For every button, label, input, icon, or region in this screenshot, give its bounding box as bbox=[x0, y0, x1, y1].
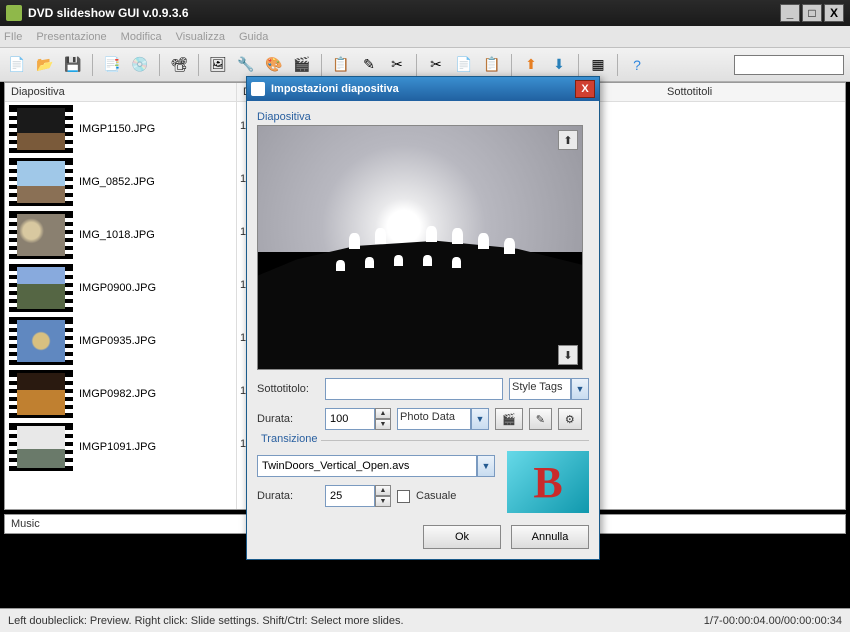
minimize-button[interactable]: _ bbox=[780, 4, 800, 22]
list-item[interactable]: IMGP1150.JPG bbox=[5, 102, 236, 155]
arrow-down-icon[interactable]: ⬇ bbox=[548, 54, 570, 76]
add-slide-icon[interactable]: 🖼 bbox=[207, 54, 229, 76]
app-title: DVD slideshow GUI v.0.9.3.6 bbox=[28, 6, 778, 20]
photo-data-dropdown-icon[interactable]: ▼ bbox=[471, 408, 489, 430]
menu-visualizza[interactable]: Visualizza bbox=[176, 31, 225, 43]
copy2-icon[interactable]: 📄 bbox=[453, 54, 475, 76]
projector-icon[interactable]: 📽 bbox=[168, 54, 190, 76]
list-item[interactable]: IMGP0935.JPG bbox=[5, 314, 236, 367]
duration-input[interactable] bbox=[325, 408, 375, 430]
style-tags-dropdown-icon[interactable]: ▼ bbox=[571, 378, 589, 400]
menu-presentazione[interactable]: Presentazione bbox=[36, 31, 106, 43]
transition-dropdown-icon[interactable]: ▼ bbox=[477, 455, 495, 477]
transition-select[interactable] bbox=[257, 455, 477, 477]
tool-b-icon[interactable]: 🎨 bbox=[263, 54, 285, 76]
new-icon[interactable]: 📄 bbox=[6, 54, 28, 76]
help-icon[interactable]: ? bbox=[626, 54, 648, 76]
dialog-close-button[interactable]: X bbox=[575, 80, 595, 98]
nav-down-button[interactable]: ⬇ bbox=[558, 345, 578, 365]
ok-button[interactable]: Ok bbox=[423, 525, 501, 549]
style-tags-select[interactable]: Style Tags bbox=[509, 378, 571, 400]
app-icon bbox=[6, 5, 22, 21]
column-slides: Diapositiva IMGP1150.JPG IMG_0852.JPG IM… bbox=[5, 83, 237, 509]
random-label: Casuale bbox=[416, 490, 456, 502]
slide-name: IMGP0935.JPG bbox=[79, 335, 156, 347]
dialog-title: Impostazioni diapositiva bbox=[271, 83, 575, 95]
group-slide-label: Diapositiva bbox=[257, 111, 589, 123]
menu-guida[interactable]: Guida bbox=[239, 31, 268, 43]
copy-icon[interactable]: 📋 bbox=[330, 54, 352, 76]
list-item[interactable]: IMGP0982.JPG bbox=[5, 367, 236, 420]
pencil-button[interactable]: ✎ bbox=[529, 408, 552, 430]
trans-duration-input[interactable] bbox=[325, 485, 375, 507]
dialog-titlebar[interactable]: Impostazioni diapositiva X bbox=[247, 77, 599, 101]
disc-icon[interactable]: 💿 bbox=[129, 54, 151, 76]
search-input[interactable] bbox=[734, 55, 844, 75]
arrow-up-icon[interactable]: ⬆ bbox=[520, 54, 542, 76]
grid-icon[interactable]: ▦ bbox=[587, 54, 609, 76]
status-left: Left doubleclick: Preview. Right click: … bbox=[8, 615, 404, 627]
list-item[interactable]: IMGP1091.JPG bbox=[5, 420, 236, 473]
save-icon[interactable]: 💾 bbox=[62, 54, 84, 76]
tool-a-icon[interactable]: 🔧 bbox=[235, 54, 257, 76]
list-item[interactable]: IMG_0852.JPG bbox=[5, 155, 236, 208]
maximize-button[interactable]: □ bbox=[802, 4, 822, 22]
nav-up-button[interactable]: ⬆ bbox=[558, 130, 578, 150]
open-icon[interactable]: 📂 bbox=[34, 54, 56, 76]
menu-modifica[interactable]: Modifica bbox=[121, 31, 162, 43]
spin-up-icon[interactable]: ▲ bbox=[375, 408, 391, 419]
export-icon[interactable]: 📑 bbox=[101, 54, 123, 76]
paste-icon[interactable]: 📋 bbox=[481, 54, 503, 76]
transition-preview: B bbox=[507, 451, 589, 513]
list-item[interactable]: IMGP0900.JPG bbox=[5, 261, 236, 314]
duration-label: Durata: bbox=[257, 413, 319, 425]
tool-c-icon[interactable]: 🎬 bbox=[291, 54, 313, 76]
subtitle-label: Sottotitolo: bbox=[257, 383, 319, 395]
slide-name: IMGP1150.JPG bbox=[79, 123, 155, 135]
photo-data-select[interactable]: Photo Data bbox=[397, 408, 471, 430]
close-button[interactable]: X bbox=[824, 4, 844, 22]
dialog-icon bbox=[251, 82, 265, 96]
cut-icon[interactable]: ✂ bbox=[425, 54, 447, 76]
trans-duration-label: Durata: bbox=[257, 490, 319, 502]
slide-name: IMG_1018.JPG bbox=[79, 229, 155, 241]
status-right: 1/7-00:00:04.00/00:00:00:34 bbox=[704, 615, 842, 627]
random-checkbox[interactable] bbox=[397, 490, 410, 503]
spin-up-icon[interactable]: ▲ bbox=[375, 485, 391, 496]
menubar: FIle Presentazione Modifica Visualizza G… bbox=[0, 26, 850, 48]
titlebar: DVD slideshow GUI v.0.9.3.6 _ □ X bbox=[0, 0, 850, 26]
slide-name: IMGP1091.JPG bbox=[79, 441, 156, 453]
spin-down-icon[interactable]: ▼ bbox=[375, 496, 391, 507]
column-header-slide[interactable]: Diapositiva bbox=[5, 83, 236, 102]
clapper-button[interactable]: 🎬 bbox=[495, 408, 523, 430]
spin-down-icon[interactable]: ▼ bbox=[375, 419, 391, 430]
cancel-button[interactable]: Annulla bbox=[511, 525, 589, 549]
slide-name: IMGP0900.JPG bbox=[79, 282, 156, 294]
menu-file[interactable]: FIle bbox=[4, 31, 22, 43]
subtitle-input[interactable] bbox=[325, 378, 503, 400]
list-item[interactable]: IMG_1018.JPG bbox=[5, 208, 236, 261]
statusbar: Left doubleclick: Preview. Right click: … bbox=[0, 608, 850, 632]
slide-name: IMG_0852.JPG bbox=[79, 176, 155, 188]
settings-button[interactable]: ⚙ bbox=[558, 408, 582, 430]
group-transition-label: Transizione bbox=[257, 433, 321, 445]
crop-icon[interactable]: ✂ bbox=[386, 54, 408, 76]
slide-preview: ⬆ ⬇ bbox=[257, 125, 583, 370]
slide-settings-dialog: Impostazioni diapositiva X Diapositiva ⬆… bbox=[246, 76, 600, 560]
edit-icon[interactable]: ✎ bbox=[358, 54, 380, 76]
slide-name: IMGP0982.JPG bbox=[79, 388, 156, 400]
